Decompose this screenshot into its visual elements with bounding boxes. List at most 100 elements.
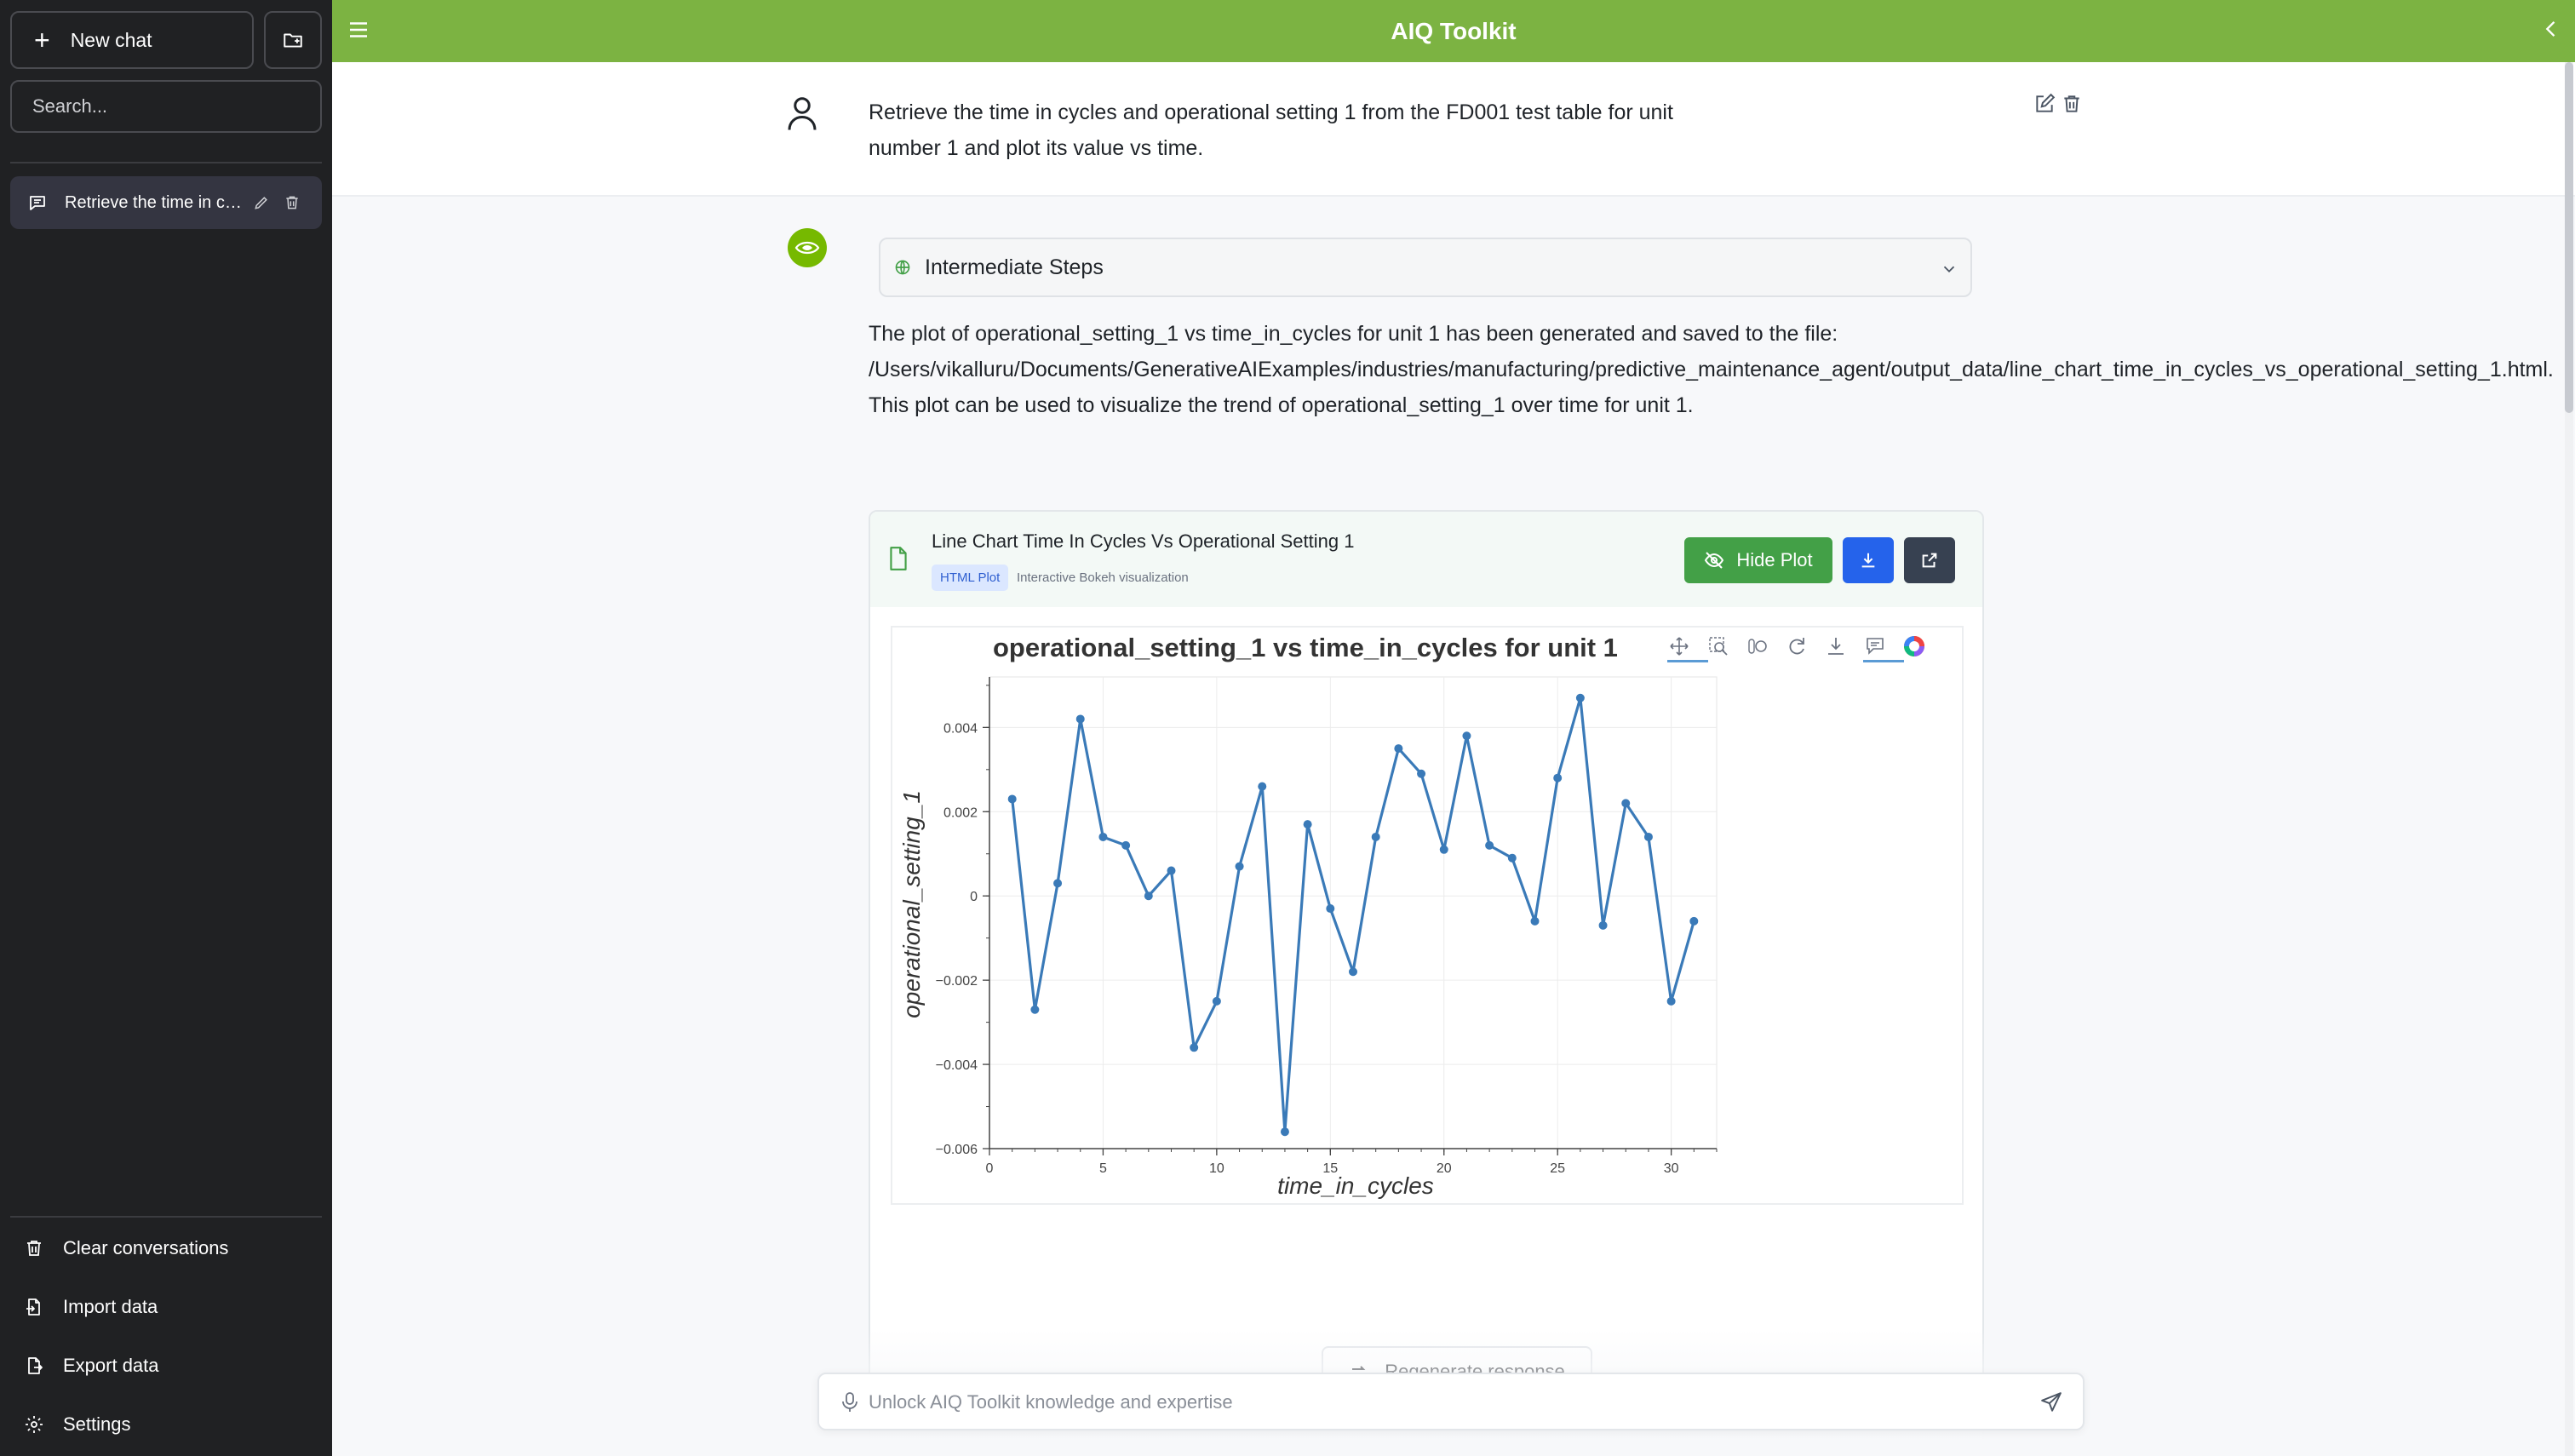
chevron-left-icon — [2545, 21, 2555, 37]
data-point — [1598, 920, 1608, 930]
chat-area: Retrieve the time in cycles and operatio… — [332, 62, 2575, 1456]
pencil-icon — [255, 197, 267, 209]
data-point — [1394, 744, 1403, 754]
collapse-panel-button[interactable] — [2539, 17, 2563, 45]
x-tick-label: 5 — [1099, 1161, 1107, 1176]
export-data-button[interactable]: Export data — [24, 1349, 159, 1383]
export-data-label: Export data — [63, 1355, 159, 1376]
edit-message-button[interactable] — [2033, 93, 2056, 119]
data-point — [1258, 782, 1267, 791]
plot-title: Line Chart Time In Cycles Vs Operational… — [932, 530, 1355, 552]
settings-label: Settings — [63, 1413, 131, 1435]
data-point — [1666, 996, 1676, 1006]
app-title: AIQ Toolkit — [1391, 17, 1517, 44]
open-plot-new-tab-button[interactable] — [1904, 537, 1955, 583]
chat-message-input[interactable] — [869, 1384, 2010, 1420]
assistant-message: The plot of operational_setting_1 vs tim… — [869, 322, 2554, 417]
user-avatar-icon — [787, 95, 817, 136]
delete-message-button[interactable] — [2061, 93, 2083, 119]
new-chat-button[interactable]: + New chat — [10, 11, 254, 69]
data-point — [1530, 916, 1540, 926]
data-point — [1235, 862, 1244, 871]
intermediate-steps-toggle[interactable]: Intermediate Steps — [879, 238, 1972, 297]
menu-toggle-button[interactable] — [346, 17, 371, 47]
hide-plot-button[interactable]: Hide Plot — [1684, 537, 1832, 583]
hamburger-icon — [350, 22, 367, 37]
microphone-button[interactable] — [840, 1391, 860, 1418]
sidebar-divider — [10, 162, 322, 163]
globe-icon — [895, 260, 910, 275]
line-chart: 0 5 10 15 20 25 300.0040.0020−0.002−0.004−0.00… — [898, 633, 1924, 1199]
data-point — [1098, 832, 1108, 841]
data-point — [1349, 967, 1357, 977]
conversation-search-input[interactable] — [10, 80, 322, 133]
hide-plot-label: Hide Plot — [1736, 549, 1813, 570]
user-message: Retrieve the time in cycles and operatio… — [869, 100, 1673, 160]
app-header: AIQ Toolkit — [332, 0, 2575, 62]
bokeh-logo-icon — [1904, 636, 1924, 656]
send-button[interactable] — [2040, 1391, 2062, 1418]
main-scrollbar[interactable] — [2565, 62, 2573, 1456]
nvidia-eye-icon — [794, 241, 820, 255]
trash-icon — [286, 196, 298, 209]
chart-grid — [989, 676, 1718, 1149]
data-point — [1280, 1127, 1289, 1137]
box-zoom-tool-icon[interactable] — [1709, 637, 1728, 656]
download-icon — [1861, 553, 1875, 568]
chat-bubble-icon — [30, 196, 45, 210]
data-point — [1212, 996, 1221, 1006]
settings-button[interactable]: Settings — [24, 1407, 131, 1442]
y-tick-label: 0.004 — [943, 721, 978, 736]
file-import-icon — [26, 1298, 40, 1316]
x-tick-label: 30 — [1664, 1161, 1679, 1176]
plot-card-header: Line Chart Time In Cycles Vs Operational… — [870, 512, 1982, 607]
external-link-icon — [1922, 553, 1937, 568]
folder-plus-icon — [284, 33, 302, 48]
sidebar: + New chat Retrieve the time in cycles a… — [0, 0, 332, 1456]
data-point — [1371, 832, 1380, 841]
save-tool-icon[interactable] — [1828, 638, 1844, 655]
data-point — [1507, 853, 1517, 863]
reset-tool-icon[interactable] — [1789, 638, 1804, 655]
scrollbar-thumb[interactable] — [2565, 62, 2573, 413]
user-message-block: Retrieve the time in cycles and operatio… — [332, 62, 2575, 197]
data-point — [1439, 845, 1448, 854]
delete-conversation-button[interactable] — [279, 190, 305, 215]
bokeh-plot[interactable]: 0 5 10 15 20 25 30 0.004 0.002 0 −0.002 −0.004 −0.00… — [891, 626, 1964, 1205]
y-tick-label: 0.002 — [943, 805, 978, 820]
sidebar-bottom-divider — [10, 1216, 322, 1218]
trash-icon — [27, 1241, 41, 1256]
trash-icon — [2064, 95, 2079, 112]
data-point — [1053, 879, 1063, 888]
rename-conversation-button[interactable] — [249, 190, 274, 215]
new-folder-button[interactable] — [264, 11, 322, 69]
plot-area — [989, 676, 1718, 1149]
assistant-avatar — [788, 228, 827, 267]
data-point — [1190, 1043, 1199, 1052]
file-icon — [887, 546, 909, 576]
download-plot-button[interactable] — [1843, 537, 1894, 583]
hover-tool-icon[interactable] — [1863, 638, 1904, 662]
send-icon — [2041, 1392, 2062, 1412]
import-data-label: Import data — [63, 1296, 158, 1317]
import-data-button[interactable]: Import data — [24, 1290, 158, 1324]
y-axis-label: operational_setting_1 — [898, 790, 925, 1018]
data-point — [1121, 840, 1131, 850]
plot-type-badge: HTML Plot — [932, 565, 1009, 591]
data-point — [1462, 731, 1471, 741]
y-tick-label: 0 — [970, 890, 978, 904]
file-export-icon — [28, 1357, 43, 1374]
x-tick-label: 25 — [1550, 1161, 1565, 1176]
clear-conversations-button[interactable]: Clear conversations — [24, 1231, 228, 1265]
pan-tool-icon[interactable] — [1667, 637, 1708, 662]
wheel-zoom-tool-icon[interactable] — [1748, 639, 1767, 654]
x-tick-label: 0 — [986, 1161, 994, 1176]
plot-subtitle: Interactive Bokeh visualization — [1017, 570, 1189, 585]
conversation-item[interactable]: Retrieve the time in cycles and operatio… — [10, 176, 322, 229]
gear-icon — [26, 1416, 43, 1433]
data-point — [1621, 799, 1631, 808]
data-point — [1007, 794, 1017, 804]
x-axis-label: time_in_cycles — [1277, 1172, 1434, 1199]
data-point — [1144, 891, 1153, 901]
bokeh-toolbar — [1667, 636, 1924, 662]
